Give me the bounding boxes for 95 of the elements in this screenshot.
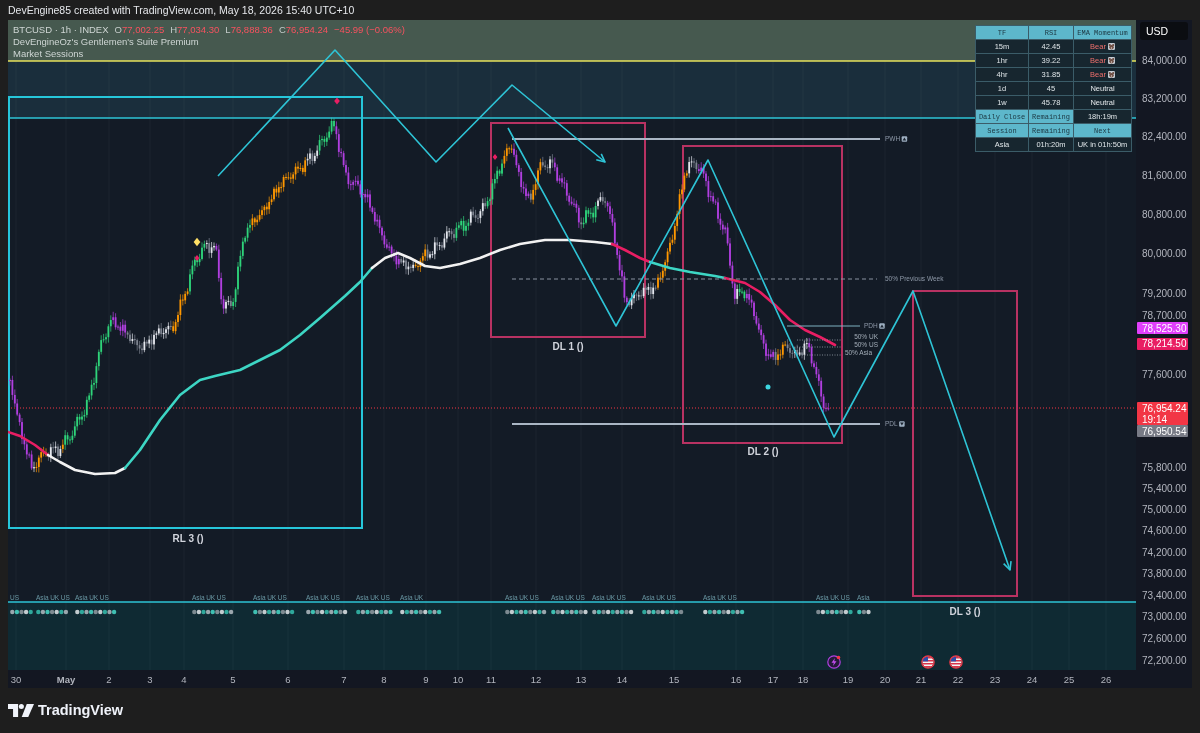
session-dots-drawing — [36, 609, 69, 615]
time-axis-label: 22 — [952, 673, 964, 685]
axis-tick-label: 80,800.00 — [1142, 208, 1187, 221]
session-dots-drawing — [253, 609, 295, 615]
time-axis-label: 8 — [381, 673, 387, 685]
time-axis-label: May — [56, 673, 76, 685]
level-line — [796, 354, 843, 356]
indicator-name: Market Sessions — [13, 48, 85, 60]
time-axis-label: 7 — [341, 673, 347, 685]
price-change: −45.99 (−0.06%) — [334, 24, 405, 36]
time-axis-label: 14 — [616, 673, 628, 685]
axis-tick-label: 81,600.00 — [1142, 169, 1187, 182]
flag-icon[interactable] — [921, 655, 935, 669]
axis-tick-label: 75,800.00 — [1142, 462, 1187, 475]
axis-tick-label: 73,000.00 — [1142, 611, 1187, 624]
diamond-icon — [334, 97, 340, 105]
time-axis-label: 6 — [285, 673, 291, 685]
flag-icon[interactable] — [949, 655, 963, 669]
session-dots-drawing — [857, 609, 871, 615]
time-axis-label: 20 — [879, 673, 891, 685]
session-dots-drawing — [192, 609, 234, 615]
session-dots-drawing — [356, 609, 393, 615]
ohlc-value: 76,954.24 — [285, 24, 329, 35]
time-axis-label: 16 — [730, 673, 742, 685]
currency-button[interactable]: USD — [1140, 22, 1188, 40]
brand-name: TradingView — [38, 700, 124, 720]
ohlc-label: L — [225, 24, 231, 35]
chart-caption: DevEngine85 created with TradingView.com, May 18, 2026 15:40 UTC+10 — [7, 3, 356, 18]
session-dots-drawing — [551, 609, 588, 615]
time-axis-label: 19 — [842, 673, 854, 685]
level-line — [796, 346, 843, 348]
axis-tick-label: 79,200.00 — [1142, 288, 1187, 301]
session-dots-drawing — [10, 609, 33, 615]
axis-tick-label: 78,700.00 — [1142, 309, 1187, 322]
axis-tick-label: 83,200.00 — [1142, 92, 1187, 105]
axis-tick-label: 82,400.00 — [1142, 131, 1187, 144]
time-axis-label: 26 — [1100, 673, 1112, 685]
time-axis-label: 18 — [797, 673, 809, 685]
time-axis-label: 21 — [915, 673, 927, 685]
zone-label: DL 1 () — [552, 341, 584, 352]
zone-label: DL 2 () — [747, 446, 779, 457]
axis-tick-label: 74,600.00 — [1142, 525, 1187, 538]
ohlc-value: 77,002.25 — [121, 24, 165, 35]
time-axis-label: 24 — [1026, 673, 1038, 685]
session-dots-drawing — [816, 609, 853, 615]
time-axis-label: 11 — [486, 673, 496, 685]
axis-tick-label: 80,000.00 — [1142, 248, 1187, 261]
axis-tick-label: 72,600.00 — [1142, 633, 1187, 646]
session-dots-drawing — [75, 609, 117, 615]
price-tag: 78,525.30 — [1137, 322, 1188, 335]
session-dots-drawing — [703, 609, 745, 615]
level-line — [796, 339, 843, 341]
axis-tick-label: 77,600.00 — [1142, 369, 1187, 382]
time-axis-label: 23 — [989, 673, 1001, 685]
price-tag: 76,950.54 — [1137, 425, 1188, 438]
diamond-icon — [492, 154, 498, 160]
zone-label: DL 3 () — [949, 606, 981, 617]
axis-tick-label: 75,000.00 — [1142, 504, 1187, 517]
symbol-title: BTCUSD · 1h · INDEX — [13, 24, 109, 36]
price-tag: 76,954.24 19:14 — [1137, 402, 1188, 426]
zone-label: RL 3 () — [172, 533, 204, 544]
lightning-icon[interactable] — [827, 655, 841, 669]
ohlc-value: 77,034.30 — [177, 24, 220, 35]
session-dots-drawing — [642, 609, 684, 615]
session-dots-drawing — [306, 609, 348, 615]
time-axis-label: 10 — [452, 673, 464, 685]
time-axis-label: 3 — [147, 673, 153, 685]
ohlc-value: 76,888.36 — [230, 24, 273, 35]
time-axis-label: 25 — [1063, 673, 1075, 685]
axis-tick-label: 73,800.00 — [1142, 568, 1187, 581]
diamond-icon — [194, 255, 200, 261]
axis-tick-label: 75,400.00 — [1142, 483, 1187, 496]
axis-tick-label: 73,400.00 — [1142, 589, 1187, 602]
time-axis-label: 12 — [530, 673, 542, 685]
time-axis-label: 4 — [181, 673, 187, 685]
axis-tick-label: 72,200.00 — [1142, 655, 1187, 667]
time-axis-label: 13 — [575, 673, 587, 685]
time-axis-label: 15 — [668, 673, 680, 685]
indicator-name: DevEngineOz's Gentlemen's Suite Premium — [13, 36, 200, 48]
time-axis-label: 5 — [230, 673, 236, 685]
ohlc-label: O — [114, 24, 122, 35]
time-axis-label: 17 — [767, 673, 779, 685]
time-axis-label: 30 — [10, 673, 22, 685]
session-dots-drawing — [592, 609, 634, 615]
ohlc-label: C — [278, 24, 286, 35]
price-tag: 78,214.50 — [1137, 337, 1188, 350]
axis-tick-label: 74,200.00 — [1142, 546, 1187, 559]
dot-icon — [765, 384, 771, 390]
logo-icon — [8, 704, 34, 717]
session-dots-drawing — [400, 609, 442, 615]
session-dots-drawing — [505, 609, 547, 615]
ohlc-label: H — [170, 24, 178, 35]
time-axis-label: 9 — [423, 673, 429, 685]
time-axis-label: 2 — [106, 673, 112, 685]
axis-tick-label: 84,000.00 — [1142, 55, 1187, 67]
